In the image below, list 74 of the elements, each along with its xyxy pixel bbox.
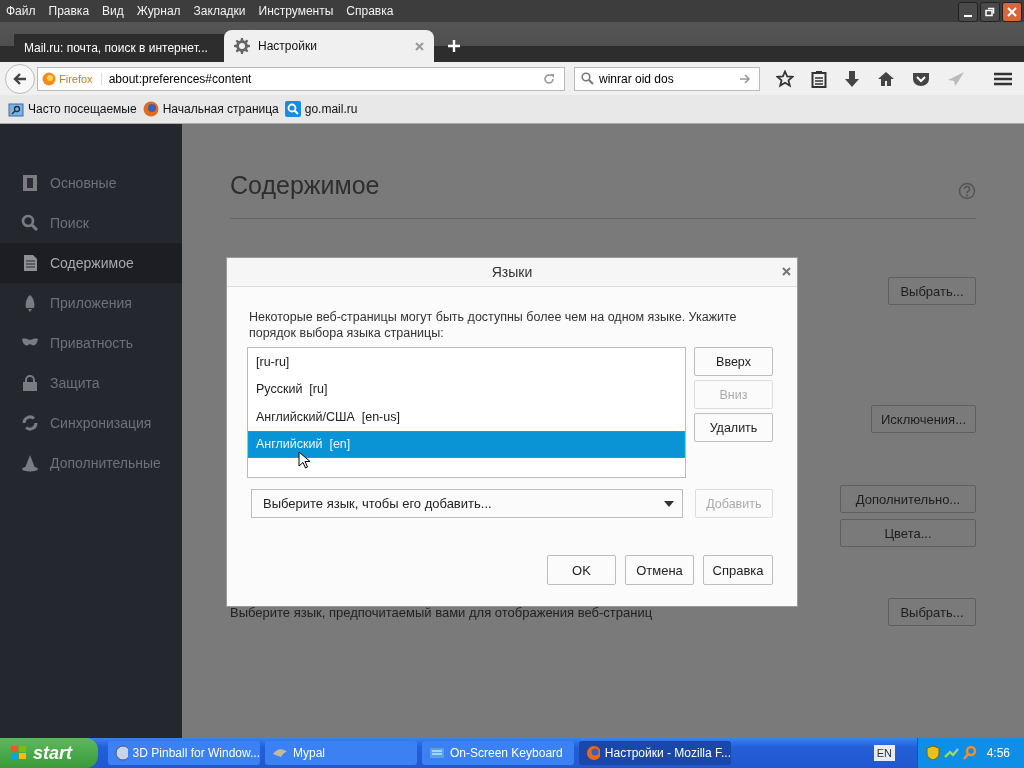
mouse-pointer-icon — [298, 451, 310, 469]
language-indicator[interactable]: EN — [873, 745, 895, 761]
wizard-hat-icon — [21, 454, 39, 472]
taskbar-button[interactable]: Настройки - Mozilla F... — [579, 741, 731, 765]
cancel-button[interactable]: Отмена — [625, 555, 694, 585]
search-icon — [581, 72, 594, 85]
language-dropdown[interactable]: Выберите язык, чтобы его добавить... — [251, 489, 683, 518]
taskbar-button[interactable]: 3D Pinball for Window... — [108, 741, 260, 765]
browser-tab[interactable]: Настройки — [224, 30, 434, 62]
menu-item[interactable]: Вид — [102, 4, 124, 18]
bookmark-item[interactable]: Часто посещаемые — [8, 101, 137, 117]
choose-language-button[interactable]: Выбрать... — [888, 598, 976, 626]
back-button[interactable] — [5, 63, 35, 94]
back-arrow-icon — [13, 72, 27, 85]
exceptions-button[interactable]: Исключения... — [870, 405, 976, 433]
clipboard-icon[interactable] — [811, 69, 827, 88]
clock: 4:56 — [986, 746, 1010, 760]
padlock-icon — [21, 374, 39, 392]
menu-item[interactable]: Инструменты — [258, 4, 334, 18]
identity-label: Firefox — [59, 72, 102, 85]
download-icon[interactable] — [844, 69, 860, 88]
dialog-title: Языки — [491, 264, 533, 280]
sidebar-item[interactable]: Содержимое — [0, 243, 182, 283]
remove-button[interactable]: Удалить — [694, 413, 773, 442]
move-up-button[interactable]: Вверх — [694, 347, 773, 376]
taskbar-button[interactable]: Mypal — [265, 741, 417, 765]
new-tab-icon[interactable] — [448, 40, 460, 52]
go-arrow-icon[interactable] — [740, 73, 751, 84]
language-description: Выберите язык, предпочитаемый вами для отображения веб-страниц — [230, 604, 653, 620]
ok-button[interactable]: OK — [547, 555, 616, 585]
star-icon[interactable] — [776, 69, 794, 88]
restore-button[interactable] — [980, 2, 1000, 22]
home-icon[interactable] — [877, 70, 895, 87]
shield-icon[interactable] — [926, 745, 940, 761]
menu-item[interactable]: Справка — [346, 4, 394, 18]
language-item[interactable]: Английский/США [en-us] — [248, 403, 685, 431]
menu-icon[interactable] — [994, 71, 1012, 86]
firefox-logo-icon — [42, 71, 56, 86]
close-icon — [1007, 7, 1017, 17]
dropdown-caret-icon — [663, 500, 674, 507]
gear-icon — [234, 38, 250, 54]
pocket-icon[interactable] — [912, 70, 930, 87]
firefox-logo-icon — [142, 101, 159, 117]
document-icon — [21, 254, 39, 272]
minimize-button[interactable] — [958, 2, 978, 22]
keyboard-icon — [429, 745, 445, 761]
help-button[interactable]: Справка — [703, 555, 773, 585]
language-item[interactable]: [ru-ru] — [248, 348, 685, 376]
taskbar-button[interactable]: On-Screen Keyboard — [422, 741, 574, 765]
close-icon[interactable] — [782, 267, 791, 276]
folder-search-icon — [8, 101, 24, 117]
reload-icon[interactable] — [542, 71, 556, 86]
colors-button[interactable]: Цвета... — [840, 519, 976, 547]
search-icon — [21, 214, 39, 232]
page-title: Содержимое — [230, 171, 380, 200]
menu-item[interactable]: Файл — [6, 4, 36, 18]
firefox-logo-icon — [586, 745, 600, 761]
menu-item[interactable]: Закладки — [193, 4, 246, 18]
bookmark-item[interactable]: Начальная страница — [142, 101, 279, 117]
menu-item[interactable]: Журнал — [136, 4, 181, 18]
search-field[interactable]: winrar oid dos — [574, 66, 760, 91]
windows-logo-icon — [10, 745, 28, 761]
menu-item[interactable]: Правка — [48, 4, 90, 18]
close-button[interactable] — [1002, 2, 1022, 22]
search-icon — [284, 101, 301, 117]
choose-button[interactable]: Выбрать... — [888, 277, 976, 305]
dialog-description: Некоторые веб-страницы могут быть доступны более чем на одном языке. Укажите порядок выбора языка страницы: — [249, 309, 738, 341]
restore-icon — [985, 7, 995, 17]
language-item[interactable]: Русский [ru] — [248, 375, 685, 403]
advanced-button[interactable]: Дополнительно... — [840, 485, 976, 513]
bookmark-item[interactable]: go.mail.ru — [284, 101, 358, 117]
minimize-icon — [964, 15, 972, 17]
address-field[interactable]: Firefox about:preferences#content — [37, 66, 565, 91]
sync-icon — [21, 414, 39, 432]
